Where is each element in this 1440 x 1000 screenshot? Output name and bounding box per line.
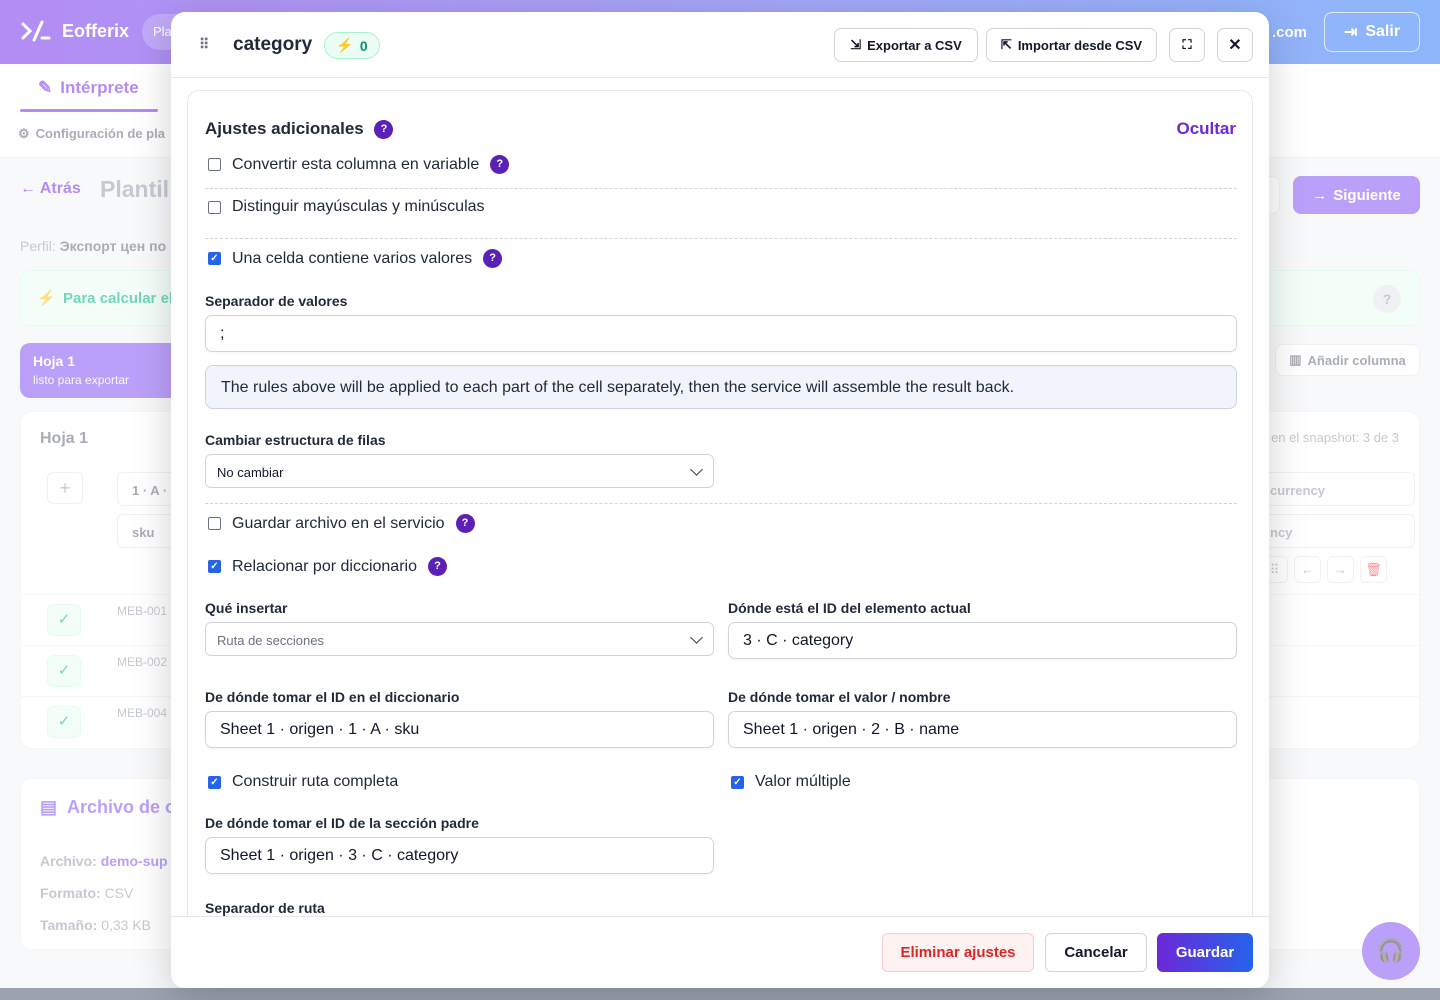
help-icon[interactable]: ? [427,557,447,576]
fullscreen-button[interactable]: ⛶ [1169,28,1205,62]
modal-title: category [233,34,313,55]
help-icon[interactable]: ? [490,155,510,174]
checkbox-multiple-value[interactable]: ✓ Valor múltiple [731,773,851,791]
info-note: The rules above will be applied to each … [205,365,1237,409]
checkbox-case[interactable]: Distinguir mayúsculas y minúsculas [208,198,485,216]
help-icon[interactable]: ? [374,120,394,140]
checkbox-label: Una celda contiene varios valores [232,249,473,267]
modal-footer: Eliminar ajustes Cancelar Guardar [171,916,1269,988]
checkbox-box[interactable] [208,158,221,171]
expand-icon: ⛶ [1182,37,1192,52]
bottom-strip [0,988,1440,1000]
what-insert-select[interactable]: Ruta de secciones [205,622,714,656]
path-sep-label: Separador de ruta [205,900,325,916]
section-title: Ajustes adicionales ? [205,119,394,140]
export-label: Exportar a CSV [867,37,962,53]
current-id-label: Dónde está el ID del elemento actual [728,600,971,616]
dict-name-label: De dónde tomar el valor / nombre [728,689,951,705]
help-icon[interactable]: ? [483,249,503,268]
bolt-icon: ⚡ [336,37,354,53]
divider [205,188,1237,189]
import-csv-button[interactable]: ⇱ Importar desde CSV [986,28,1157,62]
checkbox-variable[interactable]: Convertir esta columna en variable ? [208,155,510,174]
chevron-down-icon [690,631,703,644]
close-icon: ✕ [1228,37,1242,54]
checkbox-box[interactable]: ✓ [208,560,221,573]
modal-header: ⠿ category ⚡ 0 ⇲ Exportar a CSV ⇱ Import… [171,12,1269,78]
checkbox-label: Distinguir mayúsculas y minúsculas [232,198,485,215]
what-insert-label: Qué insertar [205,600,288,616]
divider [205,503,1237,504]
drag-handle-icon[interactable]: ⠿ [199,36,209,53]
chevron-down-icon [690,463,703,476]
checkbox-box[interactable]: ✓ [208,252,221,265]
checkbox-full-path[interactable]: ✓ Construir ruta completa [208,773,398,791]
sep-values-label: Separador de valores [205,293,348,309]
checkbox-save-file[interactable]: Guardar archivo en el servicio ? [208,514,475,533]
badge-count: 0 [359,37,368,54]
export-csv-button[interactable]: ⇲ Exportar a CSV [834,28,978,62]
hide-link[interactable]: Ocultar [1176,119,1236,139]
save-button[interactable]: Guardar [1157,933,1253,972]
dict-name-input[interactable]: Sheet 1 · origen · 2 · B · name [728,711,1237,748]
parent-id-input[interactable]: Sheet 1 · origen · 3 · C · category [205,837,714,874]
export-icon: ⇲ [850,37,862,52]
checkbox-box[interactable]: ✓ [208,775,221,789]
checkbox-label: Construir ruta completa [232,773,399,790]
checkbox-box[interactable] [208,517,221,530]
checkbox-label: Valor múltiple [755,773,851,790]
row-structure-select[interactable]: No cambiar [205,454,714,488]
row-structure-value: No cambiar [217,465,284,480]
current-id-input[interactable]: 3 · C · category [728,622,1237,659]
column-settings-modal: ⠿ category ⚡ 0 ⇲ Exportar a CSV ⇱ Import… [171,12,1269,988]
sep-values-input[interactable]: ; [205,315,1237,352]
checkbox-label: Relacionar por diccionario [232,557,417,575]
modal-body[interactable]: Ajustes adicionales ? Ocultar Convertir … [187,90,1253,916]
section-title-text: Ajustes adicionales [205,119,364,138]
import-icon: ⇱ [1000,37,1012,52]
additional-settings-panel: Ajustes adicionales ? Ocultar Convertir … [187,90,1253,916]
divider [205,238,1237,239]
checkbox-box[interactable] [208,200,221,214]
checkbox-box[interactable]: ✓ [731,775,744,789]
delete-settings-button[interactable]: Eliminar ajustes [882,933,1034,972]
close-button[interactable]: ✕ [1217,28,1253,62]
cancel-button[interactable]: Cancelar [1045,933,1147,972]
dict-id-input[interactable]: Sheet 1 · origen · 1 · A · sku [205,711,714,748]
help-icon[interactable]: ? [455,514,475,533]
rules-count-badge: ⚡ 0 [324,32,380,59]
row-structure-label: Cambiar estructura de filas [205,432,386,448]
checkbox-label: Convertir esta columna en variable [232,155,480,173]
what-insert-value: Ruta de secciones [217,633,324,648]
checkbox-multi-values[interactable]: ✓ Una celda contiene varios valores ? [208,249,503,268]
parent-id-label: De dónde tomar el ID de la sección padre [205,815,479,831]
dict-id-label: De dónde tomar el ID en el diccionario [205,689,460,705]
checkbox-dictionary[interactable]: ✓ Relacionar por diccionario ? [208,557,447,576]
import-label: Importar desde CSV [1017,37,1143,53]
checkbox-label: Guardar archivo en el servicio [232,514,445,532]
